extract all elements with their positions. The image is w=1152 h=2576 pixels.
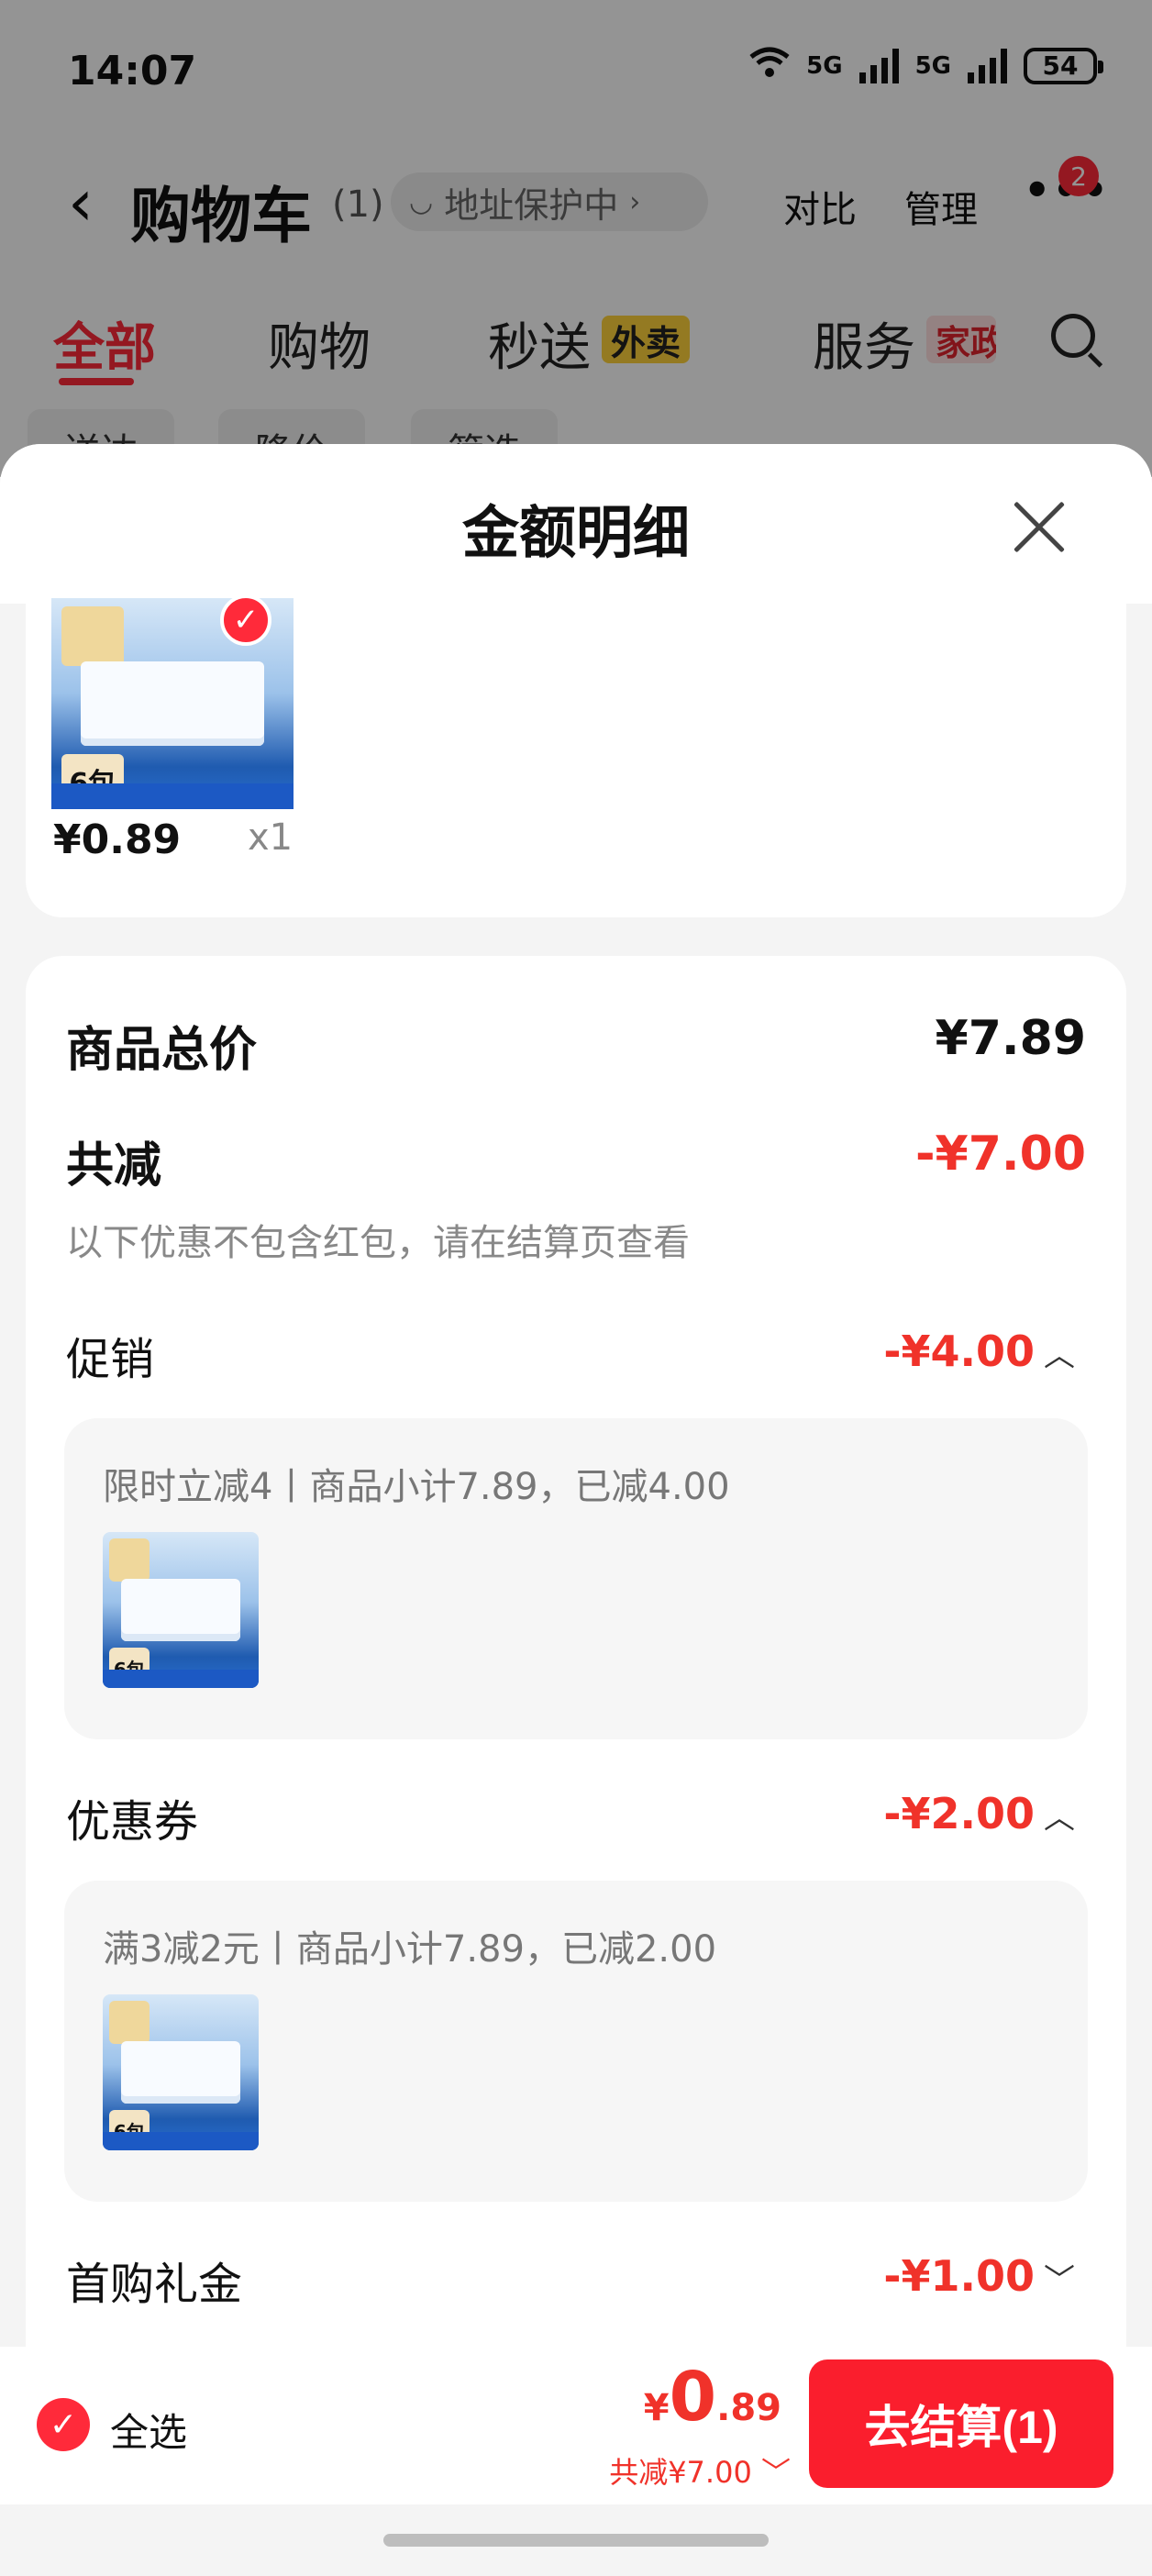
promo-toggle[interactable]: -¥4.00 ︿ <box>883 1327 1075 1376</box>
price-integer: 0 <box>669 2358 717 2437</box>
close-icon[interactable] <box>1011 499 1068 556</box>
gift-label: 首购礼金 <box>66 2259 243 2310</box>
promo-product-image: 6包 <box>103 1532 259 1688</box>
amount-detail-sheet: 金额明细 6包 ✓ ¥0.89 x1 商品总价 ¥7.89 共减 -¥7.00 … <box>0 444 1152 2576</box>
sheet-header: 金额明细 <box>0 444 1152 604</box>
promo-detail-text: 限时立减4丨商品小计7.89，已减4.00 <box>103 1466 730 1508</box>
total-savings-toggle[interactable]: 共减¥7.00 ﹀ <box>609 2449 791 2492</box>
coupon-value: -¥2.00 <box>883 1789 1035 1838</box>
product-strip <box>103 1669 259 1688</box>
tissue-box-graphic <box>80 661 265 746</box>
total-savings: 共减¥7.00 <box>609 2455 752 2490</box>
tissue-box-graphic <box>121 1579 240 1641</box>
item-selected-check-icon[interactable]: ✓ <box>220 594 271 646</box>
total-price-label: 商品总价 <box>66 1023 258 1078</box>
product-strip <box>103 2131 259 2150</box>
promo-value: -¥4.00 <box>883 1327 1035 1376</box>
total-price-value: ¥7.89 <box>935 1011 1086 1066</box>
coupon-label: 优惠券 <box>66 1796 199 1848</box>
select-all-checkbox[interactable]: ✓ <box>37 2398 90 2451</box>
price-breakdown-card: 商品总价 ¥7.89 共减 -¥7.00 以下优惠不包含红包，请在结算页查看 促… <box>26 956 1126 2387</box>
item-price: ¥0.89 <box>53 816 182 863</box>
discount-note: 以下优惠不包含红包，请在结算页查看 <box>66 1222 690 1264</box>
checkout-button[interactable]: 去结算(1) <box>809 2359 1113 2488</box>
product-strip <box>51 783 294 809</box>
total-payable: ¥0.89 <box>644 2358 781 2437</box>
chevron-down-icon: ﹀ <box>760 2455 791 2490</box>
discount-label: 共减 <box>66 1138 162 1194</box>
select-all-label[interactable]: 全选 <box>110 2402 187 2458</box>
coupon-product-image: 6包 <box>103 1994 259 2150</box>
price-decimal: .89 <box>716 2387 781 2429</box>
home-indicator[interactable] <box>383 2534 769 2547</box>
discount-value: -¥7.00 <box>914 1127 1086 1182</box>
coupon-detail-box: 满3减2元丨商品小计7.89，已减2.00 6包 <box>64 1881 1088 2202</box>
chevron-down-icon: ﹀ <box>1044 2262 1075 2299</box>
authentic-badge-graphic <box>108 1538 150 1582</box>
coupon-toggle[interactable]: -¥2.00 ︿ <box>883 1789 1075 1838</box>
item-quantity: x1 <box>248 816 294 859</box>
promo-label: 促销 <box>66 1334 155 1385</box>
promo-detail-box: 限时立减4丨商品小计7.89，已减4.00 6包 <box>64 1418 1088 1739</box>
sheet-title: 金额明细 <box>461 499 690 566</box>
checkout-bar: ✓ 全选 ¥0.89 共减¥7.00 ﹀ 去结算(1) <box>0 2347 1152 2504</box>
currency-symbol: ¥ <box>643 2387 670 2429</box>
chevron-up-icon: ︿ <box>1044 1338 1075 1374</box>
tissue-box-graphic <box>121 2041 240 2104</box>
authentic-badge-graphic <box>108 2000 150 2045</box>
authentic-badge-graphic <box>61 606 125 666</box>
gift-value: -¥1.00 <box>883 2251 1035 2301</box>
modal-overlay[interactable] <box>0 0 1152 477</box>
selected-item-card: 6包 ✓ ¥0.89 x1 <box>26 594 1126 917</box>
gift-toggle[interactable]: -¥1.00 ﹀ <box>883 2251 1075 2301</box>
chevron-up-icon: ︿ <box>1044 1800 1075 1837</box>
coupon-detail-text: 满3减2元丨商品小计7.89，已减2.00 <box>103 1928 717 1971</box>
